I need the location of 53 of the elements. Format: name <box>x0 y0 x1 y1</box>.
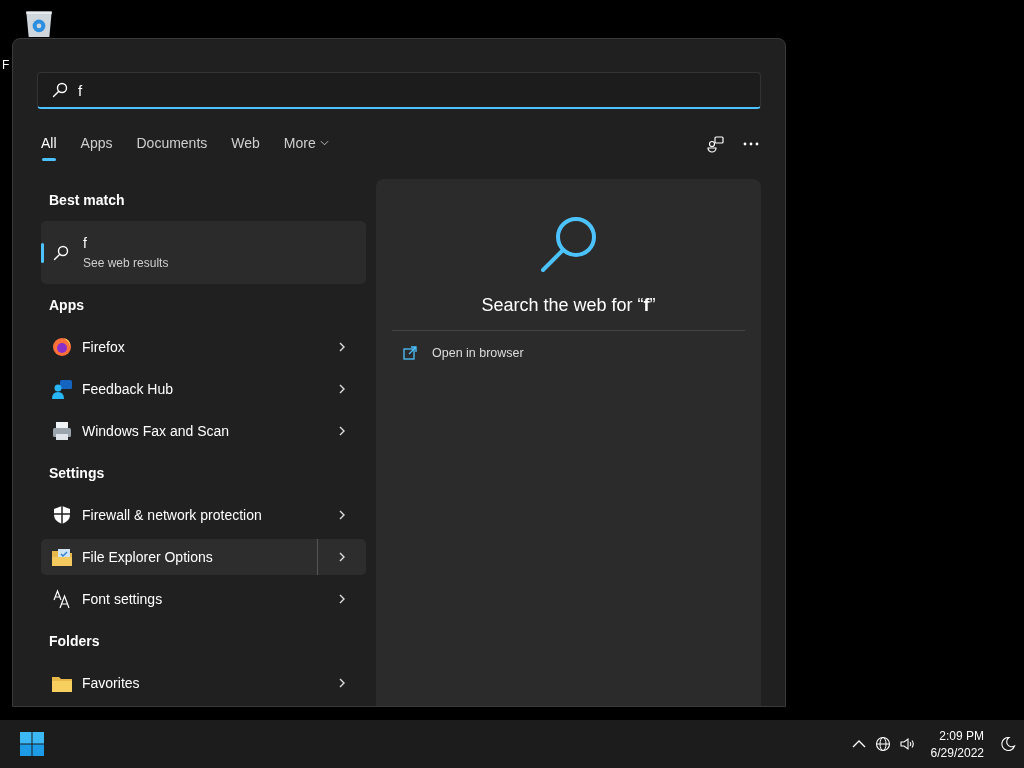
firefox-icon <box>51 336 73 358</box>
clock-date[interactable]: 6/29/2022 <box>930 745 984 760</box>
search-icon <box>53 244 69 261</box>
shield-icon <box>51 504 73 526</box>
search-field[interactable]: f <box>37 72 761 109</box>
result-item[interactable]: Favorites <box>41 665 366 701</box>
icon-label: F <box>2 58 10 72</box>
result-label: Feedback Hub <box>82 381 174 397</box>
result-label: Favorites <box>82 675 140 691</box>
moon-icon[interactable] <box>1000 736 1016 752</box>
chevron-icon[interactable] <box>337 342 347 352</box>
search-icon <box>52 82 68 98</box>
chevron-icon[interactable] <box>337 426 347 436</box>
result-item[interactable]: Feedback Hub <box>41 371 366 407</box>
windows-icon[interactable] <box>20 732 44 756</box>
section-heading: Apps <box>49 297 84 313</box>
folder-window-icon <box>51 546 73 568</box>
section-heading: Folders <box>49 633 100 649</box>
result-item[interactable]: Font settings <box>41 581 366 617</box>
result-label: Font settings <box>82 591 163 607</box>
result-subtitle: See web results <box>83 256 169 270</box>
filter-tab[interactable]: Apps <box>68 127 125 161</box>
people-chat-icon[interactable] <box>705 134 725 154</box>
result-label: Firefox <box>82 339 125 355</box>
result-label: File Explorer Options <box>82 549 213 565</box>
result-title: f <box>83 235 88 251</box>
action-link[interactable]: Open in browser <box>432 346 524 360</box>
filter-tab[interactable]: More <box>271 127 341 161</box>
result-item[interactable]: Firefox <box>41 329 366 365</box>
chevron-icon[interactable] <box>337 594 347 604</box>
speaker-icon[interactable] <box>898 736 915 752</box>
filter-tab[interactable]: All <box>29 127 69 161</box>
filter-tab[interactable]: Web <box>219 127 272 161</box>
result-item[interactable]: Windows Fax and Scan <box>41 413 366 449</box>
printer-icon <box>51 420 73 442</box>
globe-icon[interactable] <box>874 736 891 752</box>
chevron-icon[interactable] <box>337 552 347 562</box>
preview-title: Search the web for “f” <box>481 295 656 316</box>
people-chat-icon <box>51 378 73 400</box>
section-heading: Settings <box>49 465 105 481</box>
chevron-icon[interactable] <box>337 678 347 688</box>
result-label: Firewall & network protection <box>82 507 262 523</box>
result-label: Windows Fax and Scan <box>82 423 230 439</box>
chevron-icon[interactable] <box>337 384 347 394</box>
clock-time[interactable]: 2:09 PM <box>939 728 984 743</box>
result-item[interactable]: Firewall & network protection <box>41 497 366 533</box>
filter-tab[interactable]: Documents <box>124 127 220 161</box>
external-link-icon <box>402 345 418 361</box>
result-item[interactable]: File Explorer Options <box>41 539 366 575</box>
best-match-item[interactable]: f See web results <box>41 221 366 284</box>
section-heading: Best match <box>49 192 125 208</box>
chevron-icon[interactable] <box>337 510 347 520</box>
caret-icon <box>319 140 329 146</box>
